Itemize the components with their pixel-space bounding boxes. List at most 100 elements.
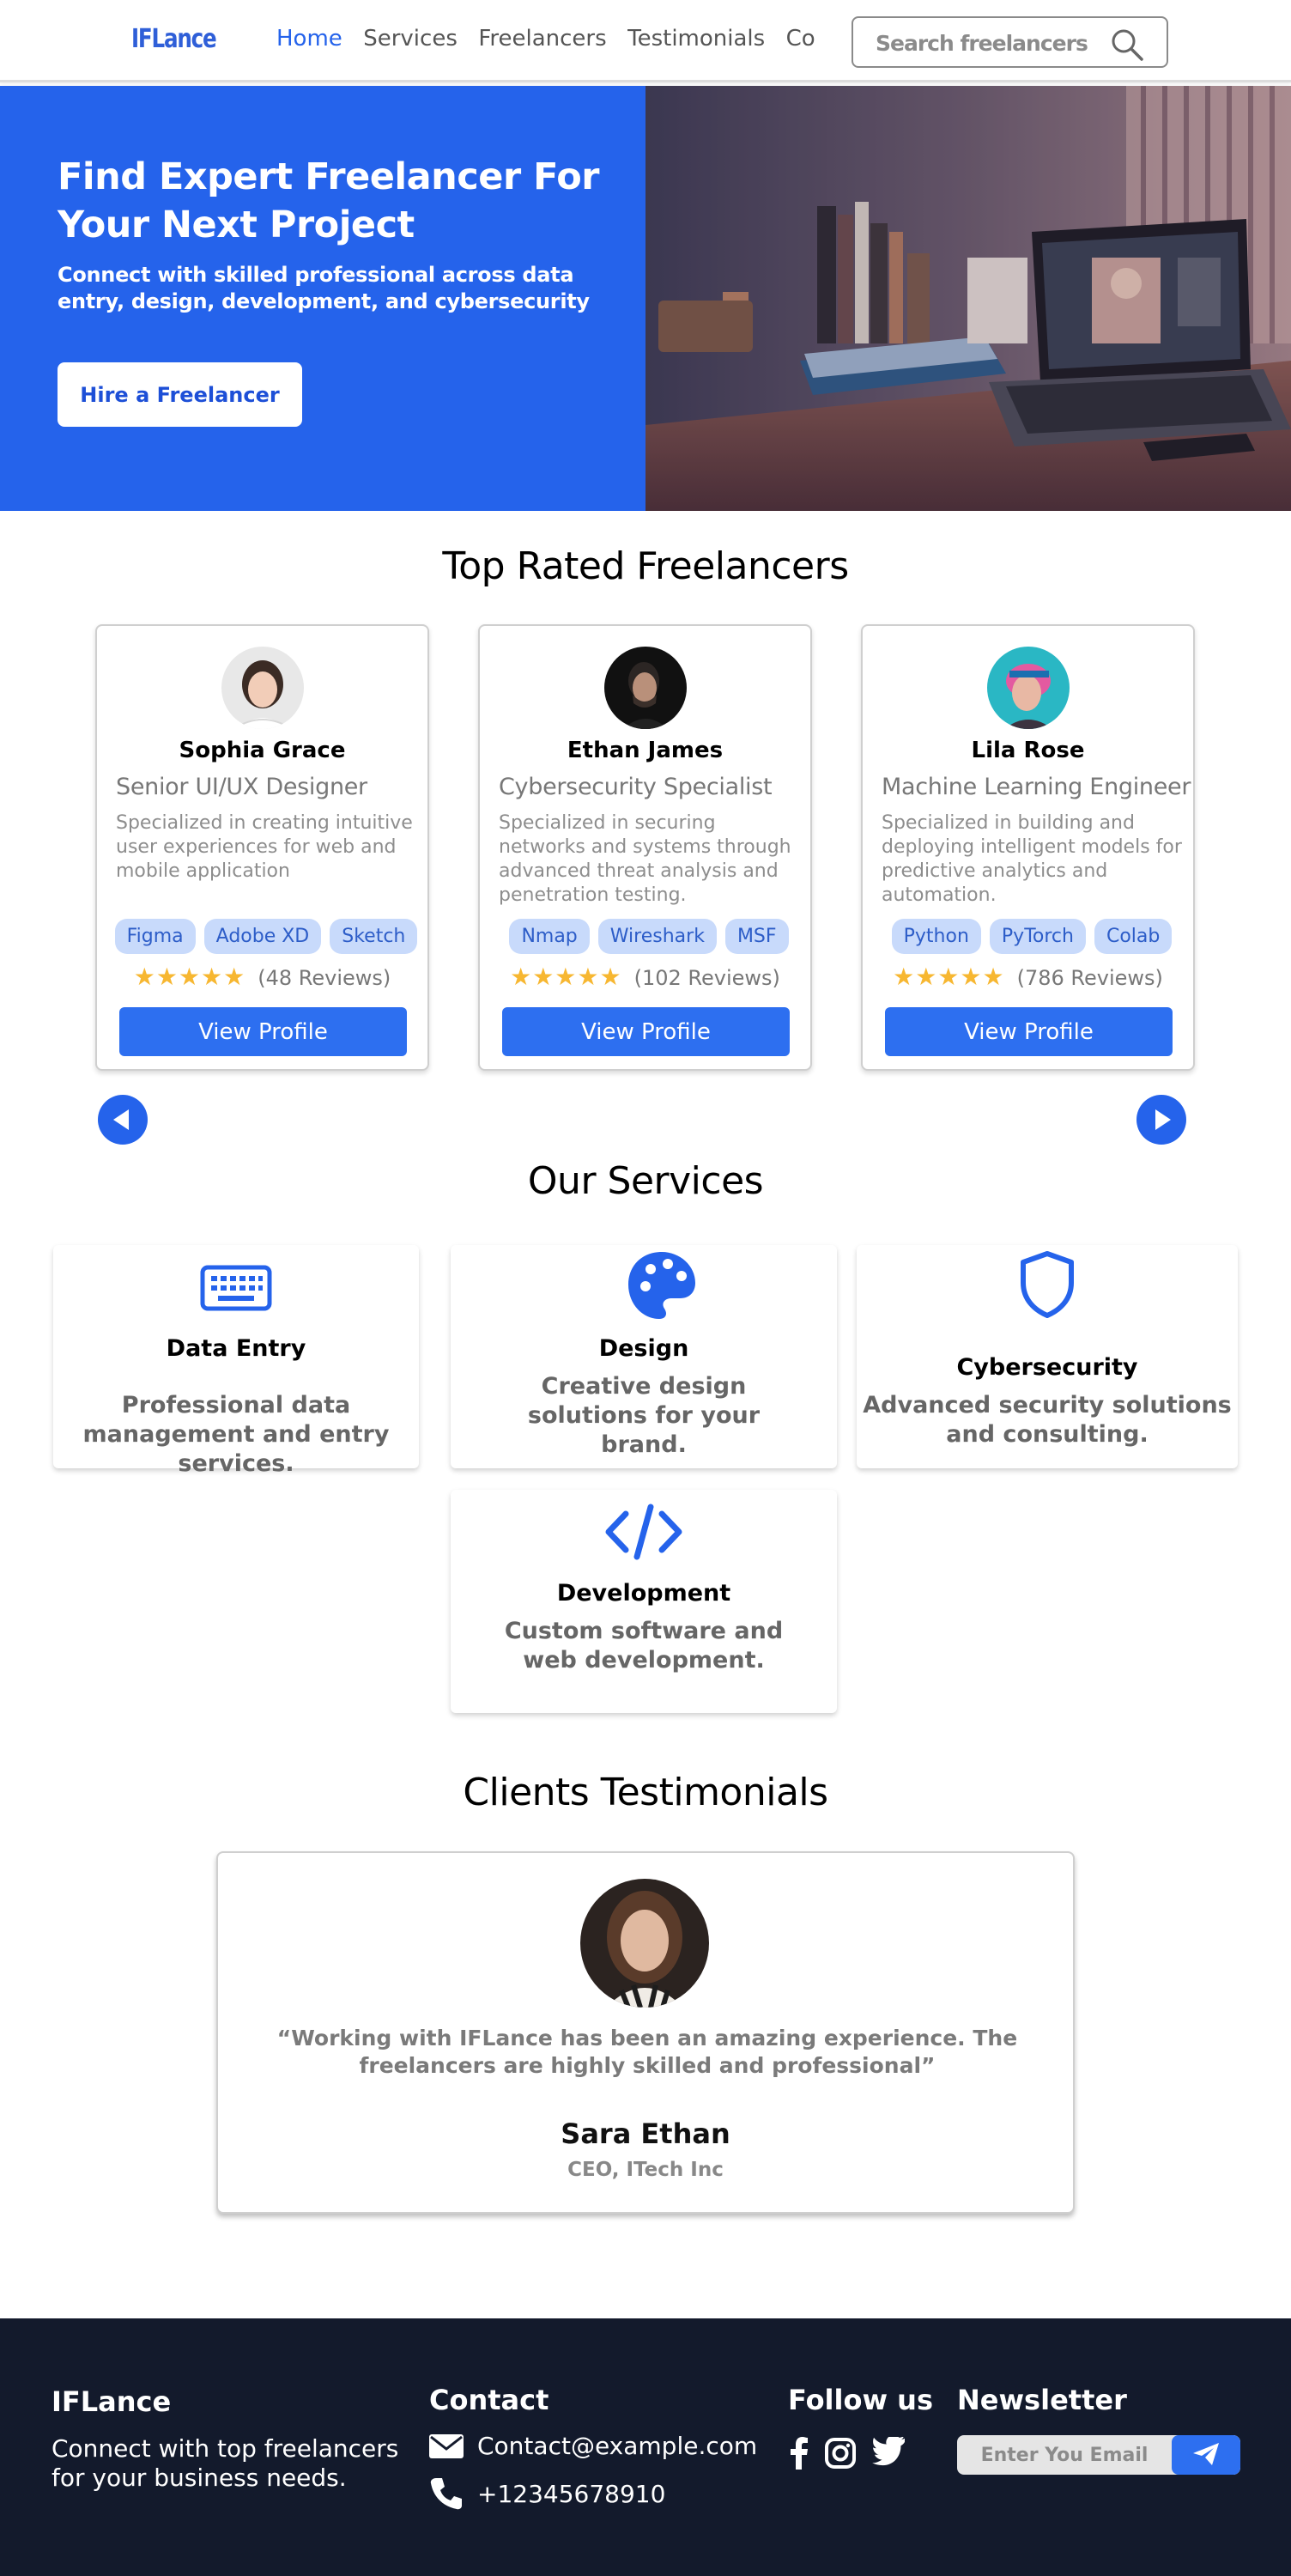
- search-box: [852, 16, 1168, 68]
- hero-subtitle: Connect with skilled professional across…: [58, 263, 590, 313]
- skill-tag[interactable]: Figma: [114, 919, 196, 954]
- footer-contact-title: Contact: [429, 2384, 549, 2416]
- service-card-data-entry[interactable]: Data Entry Professional data management …: [53, 1245, 419, 1477]
- shield-icon: [1021, 1251, 1074, 1318]
- service-title: Design: [598, 1335, 689, 1362]
- service-card-cybersecurity[interactable]: Cybersecurity Advanced security solution…: [857, 1245, 1238, 1468]
- testimonials-section-title: Clients Testimonials: [463, 1771, 828, 1814]
- newsletter-submit-button[interactable]: [1172, 2435, 1240, 2475]
- testimonial-card: “Working with IFLance has been an amazin…: [216, 1851, 1075, 2214]
- nav-link-home[interactable]: Home: [276, 26, 342, 52]
- view-profile-button[interactable]: View Profile: [119, 1007, 407, 1056]
- footer-email-text[interactable]: Contact@example.com: [477, 2432, 757, 2460]
- skill-tag[interactable]: Colab: [1094, 919, 1173, 954]
- freelancer-name: Ethan James: [567, 738, 724, 763]
- search-icon[interactable]: [1109, 27, 1145, 63]
- code-icon: [605, 1504, 682, 1560]
- avatar: [221, 647, 304, 729]
- service-card-development[interactable]: Development Custom software and web deve…: [451, 1490, 837, 1713]
- send-icon: [1193, 2442, 1219, 2465]
- skill-tag[interactable]: Wireshark: [597, 919, 717, 954]
- service-description: Custom software and web development.: [504, 1618, 784, 1674]
- review-count: (102 Reviews): [633, 966, 780, 990]
- view-profile-button[interactable]: View Profile: [502, 1007, 790, 1056]
- footer-tagline: Connect with top freelancers for your bu…: [52, 2434, 399, 2492]
- palette-icon: [628, 1252, 695, 1319]
- avatar: [604, 647, 687, 729]
- social-links: [788, 2437, 905, 2470]
- arrow-left-icon: [113, 1109, 129, 1130]
- phone-icon: [430, 2478, 462, 2510]
- freelancer-role: Senior UI/UX Designer: [116, 774, 367, 800]
- freelancer-description: Specialized in creating intuitive user e…: [116, 812, 413, 882]
- carousel-next-button[interactable]: [1136, 1095, 1186, 1145]
- hero-image: [646, 86, 1291, 511]
- skill-tag[interactable]: Sketch: [330, 919, 418, 954]
- newsletter-email-input[interactable]: [957, 2435, 1172, 2475]
- nav-link-services[interactable]: Services: [363, 26, 458, 52]
- freelancer-card: Lila Rose Machine Learning Engineer Spec…: [861, 624, 1195, 1071]
- freelancer-role: Cybersecurity Specialist: [499, 774, 773, 800]
- footer-newsletter-title: Newsletter: [957, 2384, 1127, 2416]
- footer-phone-text[interactable]: +12345678910: [477, 2480, 665, 2508]
- desk-laptop-photo: [646, 86, 1291, 511]
- twitter-icon[interactable]: [872, 2437, 905, 2466]
- avatar: [580, 1879, 709, 2008]
- skill-tag[interactable]: MSF: [724, 919, 789, 954]
- freelancer-name: Sophia Grace: [179, 738, 346, 763]
- nav-link-freelancers[interactable]: Freelancers: [478, 26, 606, 52]
- arrow-right-icon: [1155, 1109, 1171, 1130]
- services-section-title: Our Services: [527, 1159, 764, 1203]
- skill-tags: Nmap Wireshark MSF: [490, 919, 808, 954]
- service-description: Creative design solutions for your brand…: [527, 1373, 761, 1458]
- keyboard-icon: [200, 1265, 272, 1311]
- service-description: Professional data management and entry s…: [82, 1392, 390, 1477]
- skill-tags: Figma Adobe XD Sketch: [107, 919, 425, 954]
- footer-phone[interactable]: +12345678910: [429, 2476, 665, 2511]
- footer-follow-title: Follow us: [788, 2384, 933, 2416]
- facebook-icon[interactable]: [788, 2437, 809, 2470]
- service-title: Development: [556, 1580, 731, 1607]
- freelancers-section-title: Top Rated Freelancers: [442, 544, 849, 588]
- freelancer-card: Sophia Grace Senior UI/UX Designer Speci…: [95, 624, 429, 1071]
- view-profile-button[interactable]: View Profile: [885, 1007, 1173, 1056]
- freelancer-description: Specialized in building and deploying in…: [882, 812, 1182, 906]
- instagram-icon[interactable]: [824, 2437, 857, 2470]
- rating: ★★★★★ (786 Reviews): [863, 963, 1193, 991]
- testimonial-author-role: CEO, ITech Inc: [567, 2159, 724, 2181]
- navbar: IFLance Home Services Freelancers Testim…: [0, 0, 1291, 82]
- review-count: (786 Reviews): [1016, 966, 1163, 990]
- nav-links: Home Services Freelancers Testimonials C…: [276, 26, 817, 60]
- footer-email[interactable]: Contact@example.com: [429, 2432, 757, 2460]
- freelancer-role: Machine Learning Engineer: [882, 774, 1191, 800]
- nav-link-testimonials[interactable]: Testimonials: [627, 26, 765, 52]
- skill-tags: Python PyTorch Colab: [873, 919, 1191, 954]
- skill-tag[interactable]: Nmap: [509, 919, 590, 954]
- testimonial-quote: “Working with IFLance has been an amazin…: [276, 2026, 1018, 2078]
- logo[interactable]: IFLance: [131, 24, 217, 54]
- star-rating-icon: ★★★★★: [133, 963, 246, 991]
- freelancer-description: Specialized in securing networks and sys…: [499, 812, 791, 906]
- hire-freelancer-button[interactable]: Hire a Freelancer: [58, 362, 302, 427]
- freelancer-name: Lila Rose: [971, 738, 1085, 763]
- review-count: (48 Reviews): [258, 966, 391, 990]
- skill-tag[interactable]: Adobe XD: [203, 919, 322, 954]
- newsletter-form: [957, 2435, 1240, 2475]
- carousel-prev-button[interactable]: [98, 1095, 148, 1145]
- hero-panel: Find Expert Freelancer For Your Next Pro…: [0, 86, 646, 511]
- service-title: Cybersecurity: [956, 1354, 1138, 1381]
- rating: ★★★★★ (48 Reviews): [97, 963, 427, 991]
- testimonial-author: Sara Ethan: [561, 2117, 730, 2150]
- service-description: Advanced security solutions and consulti…: [863, 1392, 1232, 1448]
- service-title: Data Entry: [166, 1335, 306, 1362]
- skill-tag[interactable]: Python: [891, 919, 981, 954]
- freelancer-card: Ethan James Cybersecurity Specialist Spe…: [478, 624, 812, 1071]
- avatar: [987, 647, 1070, 729]
- nav-link-contact[interactable]: Contact: [786, 26, 817, 52]
- envelope-icon: [429, 2433, 464, 2458]
- rating: ★★★★★ (102 Reviews): [480, 963, 810, 991]
- skill-tag[interactable]: PyTorch: [989, 919, 1086, 954]
- star-rating-icon: ★★★★★: [510, 963, 622, 991]
- search-input[interactable]: [876, 28, 1107, 58]
- service-card-design[interactable]: Design Creative design solutions for you…: [451, 1245, 837, 1468]
